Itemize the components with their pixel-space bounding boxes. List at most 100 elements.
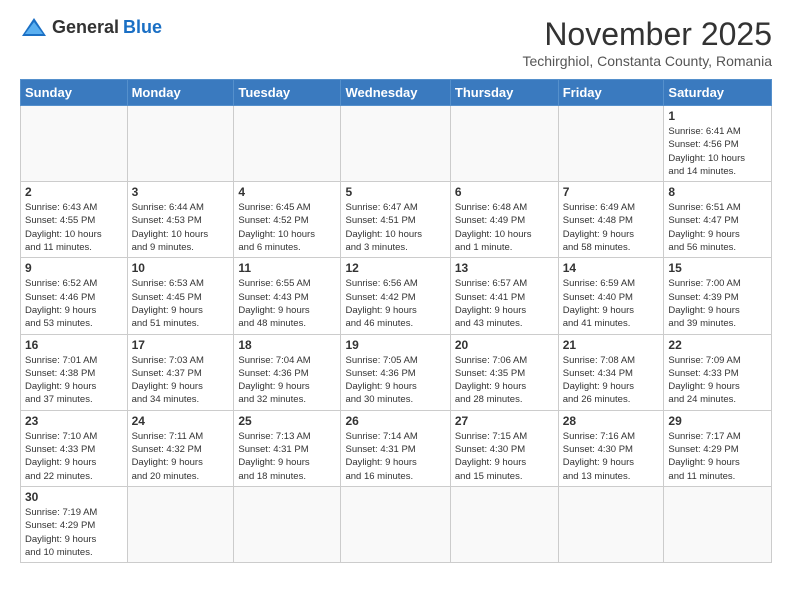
logo-text-blue: Blue [123, 17, 162, 38]
calendar-day-cell: 10 Sunrise: 6:53 AM Sunset: 4:45 PM Dayli… [127, 258, 234, 334]
day-number: 10 [132, 261, 230, 275]
calendar-week-row: 23 Sunrise: 7:10 AM Sunset: 4:33 PM Dayli… [21, 410, 772, 486]
day-number: 13 [455, 261, 554, 275]
calendar-day-cell: 13 Sunrise: 6:57 AM Sunset: 4:41 PM Dayli… [450, 258, 558, 334]
calendar-day-cell [234, 486, 341, 562]
day-info: Sunrise: 7:14 AM Sunset: 4:31 PM Dayligh… [345, 430, 445, 483]
col-saturday: Saturday [664, 80, 772, 106]
page: GeneralBlue November 2025 Techirghiol, C… [0, 0, 792, 573]
day-info: Sunrise: 7:04 AM Sunset: 4:36 PM Dayligh… [238, 354, 336, 407]
calendar-day-cell [664, 486, 772, 562]
day-info: Sunrise: 6:55 AM Sunset: 4:43 PM Dayligh… [238, 277, 336, 330]
calendar-week-row: 9Sunrise: 6:52 AM Sunset: 4:46 PM Daylig… [21, 258, 772, 334]
day-number: 30 [25, 490, 123, 504]
calendar-day-cell: 28 Sunrise: 7:16 AM Sunset: 4:30 PM Dayli… [558, 410, 664, 486]
day-number: 6 [455, 185, 554, 199]
calendar-day-cell: 1 Sunrise: 6:41 AM Sunset: 4:56 PM Daylig… [664, 106, 772, 182]
day-number: 7 [563, 185, 660, 199]
calendar-day-cell [341, 486, 450, 562]
day-info: Sunrise: 6:49 AM Sunset: 4:48 PM Dayligh… [563, 201, 660, 254]
day-number: 25 [238, 414, 336, 428]
calendar-day-cell: 5Sunrise: 6:47 AM Sunset: 4:51 PM Daylig… [341, 182, 450, 258]
day-info: Sunrise: 7:08 AM Sunset: 4:34 PM Dayligh… [563, 354, 660, 407]
logo-area: GeneralBlue [20, 16, 162, 38]
logo-icon [20, 16, 48, 38]
day-info: Sunrise: 7:19 AM Sunset: 4:29 PM Dayligh… [25, 506, 123, 559]
col-monday: Monday [127, 80, 234, 106]
day-info: Sunrise: 6:51 AM Sunset: 4:47 PM Dayligh… [668, 201, 767, 254]
day-info: Sunrise: 6:52 AM Sunset: 4:46 PM Dayligh… [25, 277, 123, 330]
calendar-day-cell [127, 486, 234, 562]
day-number: 16 [25, 338, 123, 352]
calendar-day-cell: 6 Sunrise: 6:48 AM Sunset: 4:49 PM Daylig… [450, 182, 558, 258]
col-thursday: Thursday [450, 80, 558, 106]
calendar-day-cell [558, 486, 664, 562]
day-number: 11 [238, 261, 336, 275]
calendar-day-cell: 4Sunrise: 6:45 AM Sunset: 4:52 PM Daylig… [234, 182, 341, 258]
calendar-day-cell: 15Sunrise: 7:00 AM Sunset: 4:39 PM Dayli… [664, 258, 772, 334]
calendar-day-cell: 3 Sunrise: 6:44 AM Sunset: 4:53 PM Daylig… [127, 182, 234, 258]
calendar-day-cell: 11 Sunrise: 6:55 AM Sunset: 4:43 PM Dayli… [234, 258, 341, 334]
day-info: Sunrise: 7:11 AM Sunset: 4:32 PM Dayligh… [132, 430, 230, 483]
day-info: Sunrise: 6:48 AM Sunset: 4:49 PM Dayligh… [455, 201, 554, 254]
day-info: Sunrise: 7:10 AM Sunset: 4:33 PM Dayligh… [25, 430, 123, 483]
day-info: Sunrise: 7:01 AM Sunset: 4:38 PM Dayligh… [25, 354, 123, 407]
day-number: 3 [132, 185, 230, 199]
day-info: Sunrise: 6:44 AM Sunset: 4:53 PM Dayligh… [132, 201, 230, 254]
day-number: 1 [668, 109, 767, 123]
calendar-day-cell [341, 106, 450, 182]
calendar-day-cell: 17 Sunrise: 7:03 AM Sunset: 4:37 PM Dayli… [127, 334, 234, 410]
location: Techirghiol, Constanta County, Romania [522, 53, 772, 69]
calendar: Sunday Monday Tuesday Wednesday Thursday… [20, 79, 772, 563]
day-info: Sunrise: 7:06 AM Sunset: 4:35 PM Dayligh… [455, 354, 554, 407]
day-info: Sunrise: 6:41 AM Sunset: 4:56 PM Dayligh… [668, 125, 767, 178]
calendar-day-cell: 30 Sunrise: 7:19 AM Sunset: 4:29 PM Dayli… [21, 486, 128, 562]
day-number: 27 [455, 414, 554, 428]
calendar-day-cell [558, 106, 664, 182]
day-number: 26 [345, 414, 445, 428]
day-number: 4 [238, 185, 336, 199]
header: GeneralBlue November 2025 Techirghiol, C… [20, 16, 772, 69]
col-friday: Friday [558, 80, 664, 106]
col-wednesday: Wednesday [341, 80, 450, 106]
day-info: Sunrise: 7:15 AM Sunset: 4:30 PM Dayligh… [455, 430, 554, 483]
day-number: 24 [132, 414, 230, 428]
day-info: Sunrise: 7:16 AM Sunset: 4:30 PM Dayligh… [563, 430, 660, 483]
calendar-week-row: 30 Sunrise: 7:19 AM Sunset: 4:29 PM Dayli… [21, 486, 772, 562]
calendar-day-cell [21, 106, 128, 182]
day-info: Sunrise: 6:59 AM Sunset: 4:40 PM Dayligh… [563, 277, 660, 330]
title-area: November 2025 Techirghiol, Constanta Cou… [522, 16, 772, 69]
day-info: Sunrise: 6:43 AM Sunset: 4:55 PM Dayligh… [25, 201, 123, 254]
calendar-day-cell: 14 Sunrise: 6:59 AM Sunset: 4:40 PM Dayli… [558, 258, 664, 334]
day-number: 21 [563, 338, 660, 352]
day-info: Sunrise: 6:53 AM Sunset: 4:45 PM Dayligh… [132, 277, 230, 330]
calendar-header-row: Sunday Monday Tuesday Wednesday Thursday… [21, 80, 772, 106]
day-number: 18 [238, 338, 336, 352]
calendar-day-cell: 20Sunrise: 7:06 AM Sunset: 4:35 PM Dayli… [450, 334, 558, 410]
day-info: Sunrise: 6:57 AM Sunset: 4:41 PM Dayligh… [455, 277, 554, 330]
day-number: 17 [132, 338, 230, 352]
calendar-day-cell [450, 106, 558, 182]
calendar-day-cell: 24 Sunrise: 7:11 AM Sunset: 4:32 PM Dayli… [127, 410, 234, 486]
calendar-day-cell: 19Sunrise: 7:05 AM Sunset: 4:36 PM Dayli… [341, 334, 450, 410]
day-info: Sunrise: 7:09 AM Sunset: 4:33 PM Dayligh… [668, 354, 767, 407]
calendar-day-cell: 27 Sunrise: 7:15 AM Sunset: 4:30 PM Dayli… [450, 410, 558, 486]
logo: GeneralBlue [20, 16, 162, 38]
calendar-day-cell: 26 Sunrise: 7:14 AM Sunset: 4:31 PM Dayli… [341, 410, 450, 486]
day-number: 29 [668, 414, 767, 428]
calendar-day-cell: 2Sunrise: 6:43 AM Sunset: 4:55 PM Daylig… [21, 182, 128, 258]
calendar-day-cell [234, 106, 341, 182]
day-number: 22 [668, 338, 767, 352]
day-number: 23 [25, 414, 123, 428]
col-sunday: Sunday [21, 80, 128, 106]
calendar-day-cell: 25Sunrise: 7:13 AM Sunset: 4:31 PM Dayli… [234, 410, 341, 486]
calendar-week-row: 16 Sunrise: 7:01 AM Sunset: 4:38 PM Dayli… [21, 334, 772, 410]
day-info: Sunrise: 7:03 AM Sunset: 4:37 PM Dayligh… [132, 354, 230, 407]
calendar-day-cell: 22 Sunrise: 7:09 AM Sunset: 4:33 PM Dayli… [664, 334, 772, 410]
day-number: 14 [563, 261, 660, 275]
day-info: Sunrise: 6:47 AM Sunset: 4:51 PM Dayligh… [345, 201, 445, 254]
calendar-day-cell: 7 Sunrise: 6:49 AM Sunset: 4:48 PM Daylig… [558, 182, 664, 258]
day-info: Sunrise: 7:05 AM Sunset: 4:36 PM Dayligh… [345, 354, 445, 407]
day-number: 28 [563, 414, 660, 428]
day-number: 15 [668, 261, 767, 275]
